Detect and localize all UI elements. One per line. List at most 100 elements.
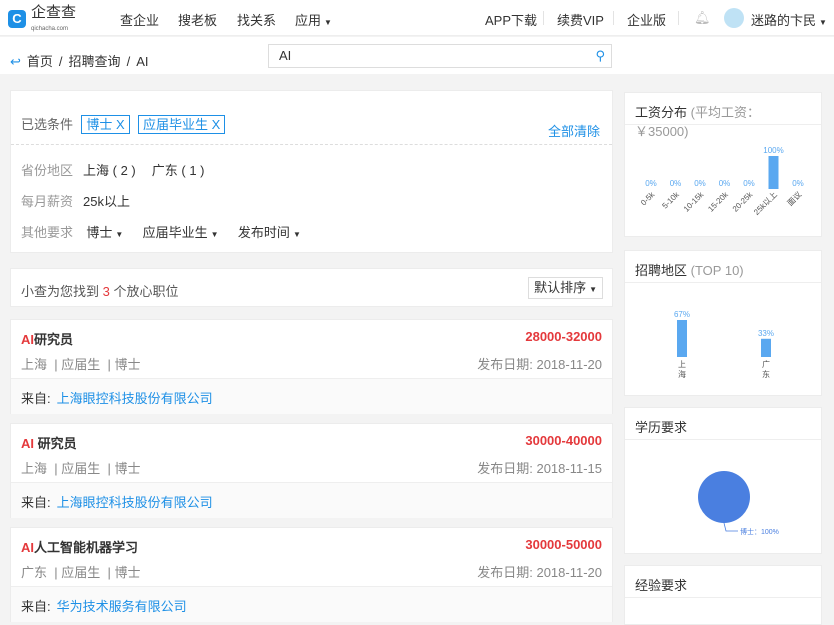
job-date: 发布日期: 2018-11-20 [477, 565, 602, 580]
caret-down-icon: ▼ [324, 18, 332, 27]
results-count: 3 [102, 284, 110, 299]
bar [677, 320, 687, 357]
job-source: 来自: 上海眼控科技股份有限公司 [11, 378, 612, 414]
top-header: C 企查查 qichacha.com 查企业 搜老板 找关系 应用 ▼ APP下载 … [0, 0, 834, 36]
divider [543, 11, 544, 25]
divider [11, 144, 612, 145]
back-arrow-icon[interactable]: ↩ [10, 54, 21, 69]
data-label: 0% [792, 179, 804, 188]
app-download-link[interactable]: APP下载 [485, 10, 537, 29]
region-panel: 招聘地区 (TOP 10) 67% 上海 33% 广东 [624, 250, 822, 396]
breadcrumb: ↩ 首页 / 招聘查询 / AI [10, 54, 149, 69]
renew-vip-link[interactable]: 续费VIP [557, 10, 604, 29]
job-source: 来自: 上海眼控科技股份有限公司 [11, 482, 612, 518]
tick-label: 15-20k [706, 189, 730, 213]
crumb-home[interactable]: 首页 [27, 54, 53, 69]
type-dropdown[interactable]: 应届毕业生 ▼ [143, 225, 219, 240]
edu-dropdown[interactable]: 博士 ▼ [86, 225, 123, 240]
data-label: 0% [694, 179, 706, 188]
panel-title: 招聘地区 [635, 263, 688, 278]
data-label: 0% [645, 179, 657, 188]
salary-option[interactable]: 25k以上 [83, 194, 130, 209]
tick-label: 广 [762, 359, 770, 369]
tick-label: 海 [678, 369, 686, 379]
job-source: 来自: 华为技术服务有限公司 [11, 586, 612, 622]
results-bar: 小查为您找到 3 个放心职位 默认排序 ▼ [10, 268, 613, 307]
search-input[interactable]: AI ⚲ [268, 44, 612, 68]
divider [678, 11, 679, 25]
education-chart: 博士：100% [698, 471, 779, 536]
job-salary: 30000-50000 [525, 537, 602, 552]
data-label: 67% [674, 310, 690, 319]
panel-title: 工资分布 [635, 105, 688, 120]
nav-apps-label: 应用 [295, 13, 322, 28]
tick-label: 0-5k [639, 189, 657, 207]
panel-title: 学历要求 [635, 420, 688, 435]
company-link[interactable]: 上海眼控科技股份有限公司 [57, 391, 213, 406]
region-chart: 67% 上海 33% 广东 [674, 310, 774, 379]
tick-label: 25k以上 [752, 190, 779, 217]
province-label: 省份地区 [21, 163, 74, 178]
tick-label: 5-10k [660, 189, 681, 210]
company-link[interactable]: 华为技术服务有限公司 [57, 599, 187, 614]
job-card[interactable]: AI人工智能机器学习 30000-50000 广东 | 应届生 | 博士 发布日… [10, 527, 613, 622]
job-salary: 30000-40000 [525, 433, 602, 448]
job-salary: 28000-32000 [525, 329, 602, 344]
clear-all-link[interactable]: 全部清除 [548, 121, 600, 140]
salary-chart: 0%0-5k0%5-10k0%10-15k0%15-20k0%20-25k100… [639, 146, 804, 217]
job-info: 上海 | 应届生 | 博士 [21, 461, 141, 476]
bar [768, 156, 779, 189]
user-menu[interactable]: 迷路的卞民 ▼ [751, 10, 827, 29]
logo[interactable]: C 企查查 qichacha.com [8, 5, 76, 32]
results-count-text: 小查为您找到 3 个放心职位 [21, 284, 179, 299]
caret-down-icon: ▼ [115, 230, 124, 239]
job-title[interactable]: AI研究员 [21, 329, 73, 348]
nav-companies[interactable]: 查企业 [120, 10, 159, 29]
nav-apps[interactable]: 应用 ▼ [295, 10, 332, 29]
sort-dropdown[interactable]: 默认排序 ▼ [528, 277, 603, 299]
tick-label: 10-15k [682, 189, 706, 213]
job-card[interactable]: AI 研究员 30000-40000 上海 | 应届生 | 博士 发布日期: 2… [10, 423, 613, 518]
job-info: 上海 | 应届生 | 博士 [21, 357, 141, 372]
search-icon[interactable]: ⚲ [595, 45, 605, 67]
enterprise-link[interactable]: 企业版 [627, 10, 666, 29]
nav-bosses[interactable]: 搜老板 [178, 10, 217, 29]
tick-label: 上 [678, 360, 686, 369]
data-label: 100% [763, 146, 783, 155]
bell-icon[interactable]: 🔔︎ [694, 10, 711, 26]
selected-tag-phd[interactable]: 博士 X [81, 115, 130, 134]
job-date: 发布日期: 2018-11-20 [477, 357, 602, 372]
date-dropdown[interactable]: 发布时间 ▼ [238, 225, 301, 240]
panel-subtitle: (TOP 10) [690, 263, 744, 278]
data-label: 0% [670, 179, 682, 188]
data-label: 0% [719, 179, 731, 188]
logo-icon: C [8, 9, 26, 28]
company-link[interactable]: 上海眼控科技股份有限公司 [57, 495, 213, 510]
caret-down-icon: ▼ [210, 230, 219, 239]
avatar[interactable] [724, 8, 744, 28]
logo-sub: qichacha.com [31, 26, 69, 32]
job-info: 广东 | 应届生 | 博士 [21, 565, 141, 580]
caret-down-icon: ▼ [292, 230, 301, 239]
job-title[interactable]: AI 研究员 [21, 433, 77, 452]
province-guangdong[interactable]: 广东 ( 1 ) [152, 163, 205, 178]
experience-panel: 经验要求 [624, 565, 822, 625]
nav-relations[interactable]: 找关系 [237, 10, 276, 29]
job-title[interactable]: AI人工智能机器学习 [21, 537, 138, 556]
tick-label: 东 [762, 369, 770, 379]
panel-title: 经验要求 [635, 578, 688, 593]
education-panel: 学历要求 博士：100% [624, 407, 822, 554]
pie-slice [698, 471, 750, 523]
caret-down-icon: ▼ [589, 285, 597, 294]
data-label: 0% [743, 179, 755, 188]
selected-tag-graduate[interactable]: 应届毕业生 X [138, 115, 226, 134]
pie-label: 博士：100% [740, 527, 779, 536]
caret-down-icon: ▼ [819, 18, 827, 27]
job-date: 发布日期: 2018-11-15 [477, 461, 602, 476]
province-shanghai[interactable]: 上海 ( 2 ) [83, 163, 136, 178]
job-card[interactable]: AI研究员 28000-32000 上海 | 应届生 | 博士 发布日期: 20… [10, 319, 613, 414]
salary-label: 每月薪资 [21, 194, 74, 209]
crumb-jobs[interactable]: 招聘查询 [69, 54, 121, 69]
crumb-current: AI [136, 54, 149, 69]
logo-text: 企查查 [31, 4, 77, 21]
